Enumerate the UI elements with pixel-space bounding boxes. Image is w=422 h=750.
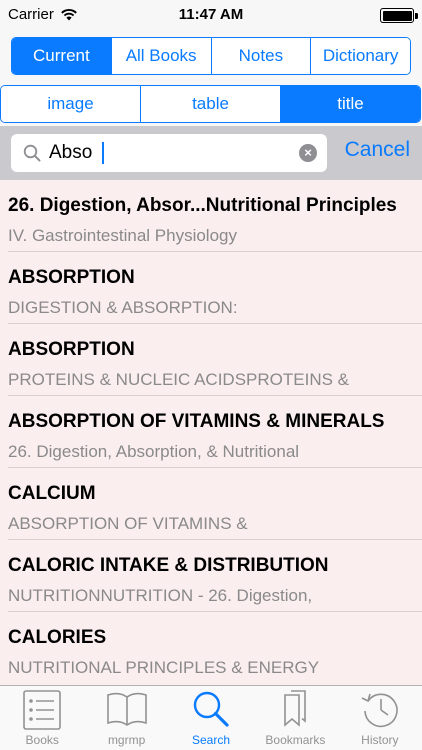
result-title: 26. Digestion, Absor...Nutritional Princ… (8, 195, 397, 216)
tab-books[interactable]: Books (0, 686, 84, 750)
result-title: CALORIC INTAKE & DISTRIBUTION (8, 555, 329, 576)
segment-dictionary[interactable]: Dictionary (311, 38, 410, 74)
scope-title[interactable]: title (281, 86, 420, 122)
tab-bookmarks[interactable]: Bookmarks (253, 686, 337, 750)
status-bar: Carrier 11:47 AM (0, 0, 422, 30)
result-subtitle: NUTRITIONAL PRINCIPLES & ENERGY (8, 658, 320, 677)
result-subtitle: DIGESTION & ABSORPTION: (8, 298, 238, 317)
list-icon (23, 690, 62, 730)
clear-icon[interactable]: × (299, 144, 317, 162)
list-item[interactable]: 26. Digestion, Absor...Nutritional Princ… (0, 180, 422, 252)
text-caret (102, 142, 104, 164)
bookmarks-icon (284, 690, 307, 727)
search-icon (193, 691, 229, 727)
result-title: ABSORPTION (8, 267, 135, 288)
tab-bar: Books mgrmp Search Bookmarks History (0, 685, 422, 750)
search-results-list: 26. Digestion, Absor...Nutritional Princ… (0, 180, 422, 685)
result-subtitle: ABSORPTION OF VITAMINS & (8, 514, 248, 533)
list-item[interactable]: CALORIES NUTRITIONAL PRINCIPLES & ENERGY (0, 612, 422, 684)
search-field[interactable]: × (11, 134, 327, 172)
segment-notes[interactable]: Notes (211, 38, 312, 74)
result-subtitle: 26. Digestion, Absorption, & Nutritional (8, 442, 300, 461)
list-item[interactable]: ABSORPTION DIGESTION & ABSORPTION: (0, 252, 422, 324)
status-time: 11:47 AM (178, 6, 244, 23)
scope-table[interactable]: table (141, 86, 281, 122)
result-subtitle: PROTEINS & NUCLEIC ACIDSPROTEINS & (8, 370, 350, 389)
list-item[interactable]: CALCIUM ABSORPTION OF VITAMINS & (0, 468, 422, 540)
tab-label: Books (25, 733, 59, 747)
history-clock-icon (361, 693, 398, 728)
tab-label: mgrmp (107, 733, 146, 747)
result-title: ABSORPTION (8, 339, 135, 360)
scope-image[interactable]: image (1, 86, 141, 122)
cancel-button[interactable]: Cancel (345, 138, 410, 162)
scope-segmented-control: image table title (0, 85, 421, 123)
list-item[interactable]: ABSORPTION PROTEINS & NUCLEIC ACIDSPROTE… (0, 324, 422, 396)
result-subtitle: IV. Gastrointestinal Physiology (8, 226, 237, 245)
tab-history[interactable]: History (338, 686, 422, 750)
segment-current[interactable]: Current (12, 38, 112, 74)
search-input[interactable] (49, 138, 289, 168)
source-segmented-control: Current All Books Notes Dictionary (11, 37, 411, 75)
search-icon (23, 144, 41, 162)
tab-label: History (361, 733, 399, 747)
result-title: CALCIUM (8, 483, 96, 504)
result-title: ABSORPTION OF VITAMINS & MINERALS (8, 411, 385, 432)
result-title: CALORIES (8, 627, 107, 648)
tab-label: Search (192, 733, 231, 747)
segment-all-books[interactable]: All Books (111, 38, 212, 74)
tab-mgrmp[interactable]: mgrmp (84, 686, 168, 750)
list-item[interactable]: CALORIC INTAKE & DISTRIBUTION NUTRITIONN… (0, 540, 422, 612)
tab-search[interactable]: Search (169, 686, 253, 750)
result-subtitle: NUTRITIONNUTRITION - 26. Digestion, (8, 586, 313, 605)
open-book-icon (106, 692, 147, 726)
tab-label: Bookmarks (265, 733, 326, 747)
battery-icon (380, 8, 418, 23)
search-bar: × Cancel (0, 126, 422, 180)
list-item[interactable]: ABSORPTION OF VITAMINS & MINERALS 26. Di… (0, 396, 422, 468)
